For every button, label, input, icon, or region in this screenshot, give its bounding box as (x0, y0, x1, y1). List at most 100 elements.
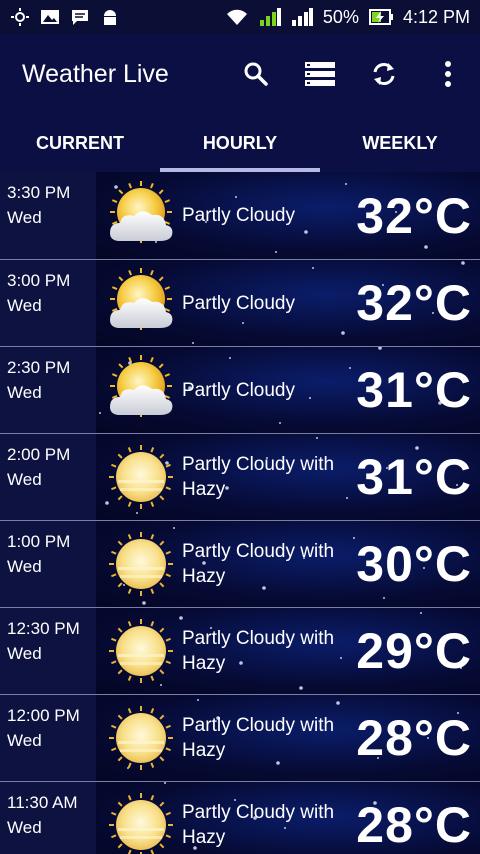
star (142, 601, 146, 605)
gallery-icon (41, 10, 59, 24)
hourly-temperature: 32°C (356, 275, 472, 331)
status-left (10, 8, 120, 26)
hourly-day: Wed (7, 557, 42, 576)
weather-notification-icon (11, 8, 29, 26)
star (197, 699, 199, 701)
star (242, 322, 244, 324)
battery-percent: 50% (322, 6, 359, 27)
hourly-time: 3:30 PM (7, 183, 71, 202)
hourly-time: 11:30 AM (7, 793, 78, 812)
hourly-temperature: 28°C (356, 797, 472, 853)
star (99, 412, 101, 414)
app-actions (224, 44, 480, 104)
locations-list-button[interactable] (288, 44, 352, 104)
hourly-day: Wed (7, 208, 42, 227)
hourly-time-cell: 11:30 AM Wed (0, 782, 96, 854)
overflow-menu-button[interactable] (416, 44, 480, 104)
clock: 4:12 PM (402, 6, 470, 27)
hourly-time-cell: 2:00 PM Wed (0, 434, 96, 520)
star (235, 196, 237, 198)
hourly-sky-background: Partly Cloudy 32°C (96, 172, 480, 259)
partly-cloudy-icon (110, 268, 173, 330)
hourly-time-cell: 3:00 PM Wed (0, 260, 96, 346)
status-right: 50% 4:12 PM (225, 7, 470, 28)
hourly-temperature: 28°C (356, 710, 472, 766)
hourly-time: 1:00 PM (7, 532, 71, 551)
hourly-time: 12:00 PM (7, 706, 80, 725)
star (341, 331, 345, 335)
hourly-sky-background: Partly Cloudy with Hazy 29°C (96, 608, 480, 694)
hazy-sun-icon (109, 706, 173, 770)
star (304, 230, 308, 234)
battery-charging-icon (368, 9, 393, 25)
star (164, 782, 166, 784)
hourly-time: 3:00 PM (7, 271, 71, 290)
signal-sim1-icon (259, 8, 281, 26)
hourly-row[interactable]: 12:00 PM Wed Partly Cloudy with Hazy 28°… (0, 694, 480, 781)
star (192, 342, 194, 344)
hourly-row[interactable]: 12:30 PM Wed Partly Cloudy with Hazy 29°… (0, 607, 480, 694)
partly-cloudy-icon (110, 180, 173, 243)
hourly-time: 2:00 PM (7, 445, 71, 464)
hourly-row[interactable]: 1:00 PM Wed Partly Cloudy with Hazy 30°C (0, 520, 480, 607)
tab-hourly[interactable]: HOURLY (160, 114, 320, 172)
hourly-temperature: 29°C (356, 623, 472, 679)
hourly-row[interactable]: 2:30 PM Wed Partly Cloudy 31°C (0, 346, 480, 433)
star (349, 367, 351, 369)
star (420, 612, 422, 614)
star (378, 347, 382, 350)
android-icon (104, 10, 116, 25)
star (353, 537, 355, 539)
hourly-condition: Partly Cloudy with Hazy (182, 715, 335, 761)
hourly-temperature: 31°C (356, 362, 472, 418)
star (424, 245, 428, 249)
hourly-time-cell: 12:00 PM Wed (0, 695, 96, 781)
star (179, 616, 183, 620)
refresh-icon (373, 63, 395, 85)
hourly-temperature: 32°C (356, 187, 472, 244)
hourly-sky-background: Partly Cloudy with Hazy 30°C (96, 521, 480, 607)
hourly-condition: Partly Cloudy with Hazy (182, 802, 335, 848)
star (299, 686, 303, 690)
hourly-condition: Partly Cloudy with Hazy (182, 541, 335, 587)
hourly-temperature: 31°C (356, 449, 472, 505)
hourly-sky-background: Partly Cloudy with Hazy 28°C (96, 695, 480, 781)
tab-current[interactable]: CURRENT (0, 114, 160, 172)
hourly-condition: Partly Cloudy (182, 205, 295, 226)
hourly-sky-background: Partly Cloudy 32°C (96, 260, 480, 346)
star (275, 251, 277, 253)
hourly-sky-background: Partly Cloudy with Hazy 28°C (96, 782, 480, 854)
hourly-row[interactable]: 3:30 PM Wed Partly Cloudy 32°C (0, 172, 480, 259)
hourly-day: Wed (7, 818, 42, 837)
star (345, 183, 347, 185)
hourly-day: Wed (7, 644, 42, 663)
status-bar: 50% 4:12 PM (0, 0, 480, 34)
hourly-time-cell: 3:30 PM Wed (0, 172, 96, 259)
hazy-sun-icon (109, 619, 173, 683)
hourly-sky-background: Partly Cloudy with Hazy 31°C (96, 434, 480, 520)
hourly-day: Wed (7, 470, 42, 489)
hazy-sun-icon (109, 793, 173, 854)
app-title: Weather Live (22, 59, 169, 88)
star (336, 701, 340, 705)
hourly-row[interactable]: 2:00 PM Wed Partly Cloudy with Hazy 31°C (0, 433, 480, 520)
more-vertical-icon (445, 61, 451, 87)
hourly-time-cell: 2:30 PM Wed (0, 347, 96, 433)
hourly-row[interactable]: 11:30 AM Wed Partly Cloudy with Hazy 28°… (0, 781, 480, 854)
hourly-condition: Partly Cloudy (182, 379, 295, 401)
hourly-time: 2:30 PM (7, 358, 71, 377)
hazy-sun-icon (109, 445, 173, 509)
tab-weekly[interactable]: WEEKLY (320, 114, 480, 172)
hourly-row[interactable]: 3:00 PM Wed Partly Cloudy 32°C (0, 259, 480, 346)
signal-sim2-icon (291, 8, 313, 26)
hourly-forecast-list[interactable]: 3:30 PM Wed Partly Cloudy 32°C 3:00 PM W… (0, 172, 480, 854)
hourly-condition: Partly Cloudy with Hazy (182, 628, 335, 674)
app-bar: Weather Live (0, 34, 480, 114)
star (461, 261, 465, 265)
hourly-day: Wed (7, 296, 42, 315)
message-icon (72, 10, 88, 25)
refresh-button[interactable] (352, 44, 416, 104)
tab-bar: CURRENT HOURLY WEEKLY (0, 114, 480, 172)
search-button[interactable] (224, 44, 288, 104)
hourly-time-cell: 12:30 PM Wed (0, 608, 96, 694)
